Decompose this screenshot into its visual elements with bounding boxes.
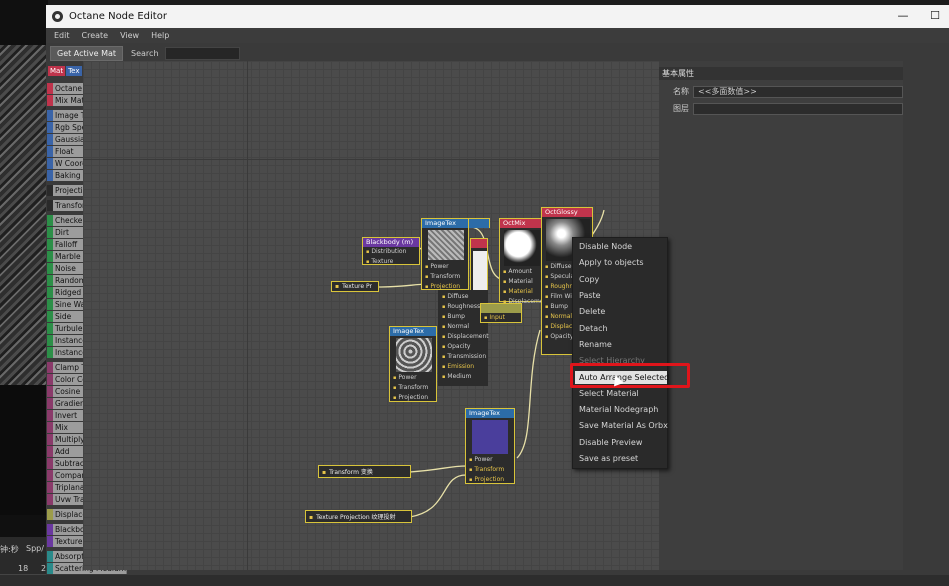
pin-projection[interactable]: Projection — [393, 393, 428, 403]
node-input[interactable]: Input — [480, 303, 522, 323]
title-bar: Octane Node Editor — ☐ — [46, 5, 949, 28]
render-time-label: 钟:秒 — [0, 545, 19, 554]
context-menu-item[interactable]: Rename — [579, 340, 612, 349]
context-menu-item[interactable]: Disable Node — [579, 242, 632, 251]
window-title: Octane Node Editor — [69, 11, 167, 22]
spp-label: Spp/ — [26, 544, 44, 553]
pin-transform[interactable]: Transform — [393, 383, 428, 393]
pin-input[interactable]: Input — [484, 313, 505, 323]
viewport-render — [0, 45, 48, 385]
context-menu-item[interactable]: Paste — [579, 291, 601, 300]
menu-create[interactable]: Create — [82, 31, 109, 40]
node-material-preview[interactable] — [470, 238, 488, 298]
background-timeline-bar — [0, 574, 949, 586]
pin-opacity[interactable]: Opacity — [442, 342, 489, 352]
octane-app-icon — [52, 11, 63, 22]
node-small-header[interactable] — [468, 218, 490, 228]
name-label: 名称 — [673, 87, 689, 96]
pin-power[interactable]: Power — [469, 455, 504, 465]
menu-view[interactable]: View — [120, 31, 139, 40]
material-preview — [473, 251, 487, 291]
context-menu-item[interactable]: Detach — [579, 324, 608, 333]
node-title: Blackbody (m) — [363, 238, 419, 247]
node-texture-projection-small[interactable]: Texture Pr — [331, 281, 379, 292]
node-pins: Power Transform Projection — [469, 455, 504, 485]
pin-transform[interactable]: Transform — [469, 465, 504, 475]
get-active-mat-button[interactable]: Get Active Mat — [50, 45, 124, 61]
node-blackbody[interactable]: Blackbody (m) Distribution Texture — [362, 237, 420, 265]
node-imagetex-2[interactable]: ImageTex Power Transform Projection — [389, 326, 437, 402]
menu-edit[interactable]: Edit — [54, 31, 70, 40]
context-menu: Disable Node Apply to objects Copy Paste Del… — [572, 237, 669, 469]
pin-power[interactable]: Power — [425, 262, 460, 272]
pin-texture[interactable]: Texture — [366, 257, 406, 267]
material-preview — [504, 230, 540, 266]
grid-major-line — [247, 61, 248, 570]
pin-medium[interactable]: Medium — [442, 372, 489, 382]
search-label: Search — [131, 48, 159, 58]
screen: 钟:秒 Spp/ 18 2 Octane Node Editor — ☐ Edi… — [0, 0, 949, 586]
context-menu-item[interactable]: Select Material — [579, 389, 639, 398]
pin-transmission[interactable]: Transmission — [442, 352, 489, 362]
pin-distribution[interactable]: Distribution — [366, 247, 406, 257]
pin-normal[interactable]: Normal — [442, 322, 489, 332]
pin-projection[interactable]: Projection — [469, 475, 504, 485]
maximize-button[interactable]: ☐ — [928, 10, 942, 22]
node-title: OctGlossy — [542, 208, 592, 217]
layer-field[interactable] — [693, 103, 903, 115]
context-menu-item[interactable]: Delete — [579, 307, 605, 316]
pin-transform[interactable]: Transform — [425, 272, 460, 282]
pin-diffuse[interactable]: Diffuse — [442, 292, 489, 302]
annotation-highlight-box — [570, 363, 690, 388]
node-pins: Distribution Texture — [366, 247, 406, 267]
texture-preview — [472, 420, 508, 454]
pin-displacement[interactable]: Displacement — [442, 332, 488, 342]
attribute-panel: 基本属性 名称 <<多面数值>> 图层 — [659, 61, 903, 570]
node-imagetex-3[interactable]: ImageTex Power Transform Projection — [465, 408, 515, 484]
category-tab-tex[interactable]: Tex — [66, 66, 82, 76]
node-pins: Input — [484, 313, 505, 323]
texture-preview — [428, 230, 464, 260]
grid-major-line — [83, 159, 659, 160]
node-octmix[interactable]: OctMix Amount Material Material Displace… — [499, 218, 550, 305]
menu-help[interactable]: Help — [151, 31, 169, 40]
pin-power[interactable]: Power — [393, 373, 428, 383]
category-tab-mat[interactable]: Mat — [48, 66, 66, 76]
node-texture-projection[interactable]: Texture Projection 纹理投射 — [305, 510, 412, 523]
minimize-button[interactable]: — — [896, 10, 910, 22]
texture-preview — [396, 338, 432, 372]
node-title: ImageTex — [422, 219, 468, 228]
context-menu-item[interactable]: Copy — [579, 275, 599, 284]
node-imagetex[interactable]: ImageTex Power Transform Projection — [421, 218, 469, 290]
context-menu-item[interactable]: Save as preset — [579, 454, 638, 463]
toolbar: Get Active Mat Search — [46, 44, 949, 62]
node-title-strip — [471, 239, 487, 248]
node-title-strip — [469, 219, 489, 228]
node-pins: Power Transform Projection — [425, 262, 460, 292]
node-title: ImageTex — [466, 409, 514, 418]
background-viewport: 钟:秒 Spp/ 18 2 — [0, 0, 48, 586]
context-menu-item[interactable]: Disable Preview — [579, 438, 642, 447]
search-input[interactable] — [164, 46, 240, 60]
node-title: OctMix — [500, 219, 542, 228]
node-transform[interactable]: Transform 变换 — [318, 465, 411, 478]
node-title-strip — [481, 304, 521, 313]
node-pins: Power Transform Projection — [393, 373, 428, 403]
frame-number: 18 — [18, 564, 29, 573]
context-menu-item[interactable]: Apply to objects — [579, 258, 644, 267]
layer-label: 图层 — [673, 104, 689, 113]
viewport-dark-area — [0, 385, 48, 515]
attribute-header: 基本属性 — [659, 67, 903, 80]
node-title: ImageTex — [390, 327, 436, 336]
name-field[interactable]: <<多面数值>> — [693, 86, 903, 98]
context-menu-item[interactable]: Material Nodegraph — [579, 405, 658, 414]
context-menu-item[interactable]: Save Material As Orbx — [579, 421, 668, 430]
pin-emission[interactable]: Emission — [442, 362, 489, 372]
menu-bar: Edit Create View Help — [46, 28, 949, 43]
